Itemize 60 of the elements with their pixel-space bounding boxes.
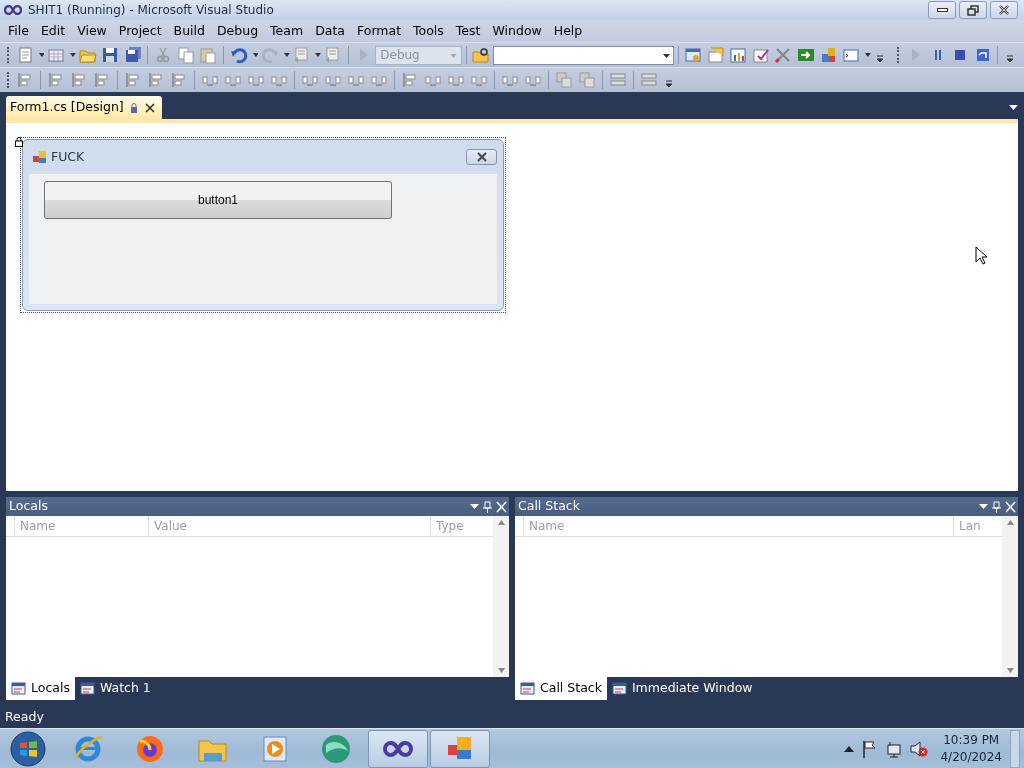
properties-icon[interactable] xyxy=(705,44,727,66)
menu-item[interactable]: Project xyxy=(112,21,168,41)
minimize-icon xyxy=(936,8,948,12)
close-icon xyxy=(996,3,1012,17)
pin-icon[interactable] xyxy=(992,500,1001,513)
menu-item[interactable]: Window xyxy=(486,21,548,41)
window-icon xyxy=(520,681,536,696)
scroll-down-icon[interactable] xyxy=(1006,668,1014,673)
status-text: Ready xyxy=(4,708,45,726)
menu-item[interactable]: File xyxy=(2,21,35,41)
form-icon xyxy=(33,150,47,164)
panel-tab[interactable]: Immediate Window xyxy=(606,677,758,700)
clock[interactable]: 10:39 PM 4/20/2024 xyxy=(940,731,1002,766)
scroll-up-icon[interactable] xyxy=(1006,520,1014,525)
dropdown-caret-icon[interactable] xyxy=(1009,104,1018,111)
menu-item[interactable]: Edit xyxy=(34,21,72,41)
panel-title: Call Stack xyxy=(518,497,580,516)
panel-tab[interactable]: Locals xyxy=(6,677,75,700)
mouse-pointer-icon xyxy=(975,246,987,265)
taskbar-button[interactable] xyxy=(430,729,490,768)
infinity-logo-icon xyxy=(4,5,22,15)
restore-button[interactable] xyxy=(959,1,987,19)
pin-icon[interactable] xyxy=(483,500,492,513)
panel-tab[interactable]: Call Stack xyxy=(515,677,607,700)
menu-item[interactable]: Format xyxy=(351,21,408,41)
close-button[interactable] xyxy=(466,149,497,165)
scroll-up-icon[interactable] xyxy=(497,520,505,525)
form-button[interactable]: button1 xyxy=(44,181,392,219)
sphere-icon xyxy=(320,732,352,765)
panel-title: Locals xyxy=(9,497,48,516)
menu-item[interactable]: Tools xyxy=(407,21,450,41)
muted-speaker-icon[interactable] xyxy=(910,739,929,758)
close-icon[interactable] xyxy=(143,101,156,114)
window-icon xyxy=(611,681,628,696)
menu-item[interactable]: Help xyxy=(547,21,589,41)
lock-icon xyxy=(129,102,138,113)
close-button[interactable] xyxy=(990,1,1018,19)
window-icon xyxy=(79,681,96,696)
scroll-down-icon[interactable] xyxy=(497,668,505,673)
window-title: SHIT1 (Running) - Microsoft Visual Studio xyxy=(28,2,274,19)
show-desktop-button[interactable] xyxy=(1010,729,1020,768)
taskbar-button[interactable] xyxy=(368,729,428,768)
menu-item[interactable]: Data xyxy=(309,21,351,41)
menu-item[interactable]: Team xyxy=(264,21,310,41)
menu-item[interactable]: Test xyxy=(449,21,487,41)
document-tab[interactable]: Form1.cs [Design] xyxy=(6,96,162,119)
menu-item[interactable]: Build xyxy=(167,21,211,41)
network-icon[interactable] xyxy=(886,739,903,758)
restore-icon xyxy=(965,3,981,17)
menu-item[interactable]: View xyxy=(71,21,113,41)
menu-item[interactable]: Debug xyxy=(211,21,265,41)
minimize-button[interactable] xyxy=(928,1,956,19)
window-icon xyxy=(11,681,27,696)
close-icon xyxy=(475,152,488,162)
layer-order-icon[interactable] xyxy=(576,69,598,91)
show-hidden-icon[interactable] xyxy=(844,744,855,753)
panel-tab[interactable]: Watch 1 xyxy=(74,677,156,700)
layer-order-icon[interactable] xyxy=(553,69,575,91)
lock-icon xyxy=(15,136,23,147)
form-title: FUCK xyxy=(51,147,85,166)
